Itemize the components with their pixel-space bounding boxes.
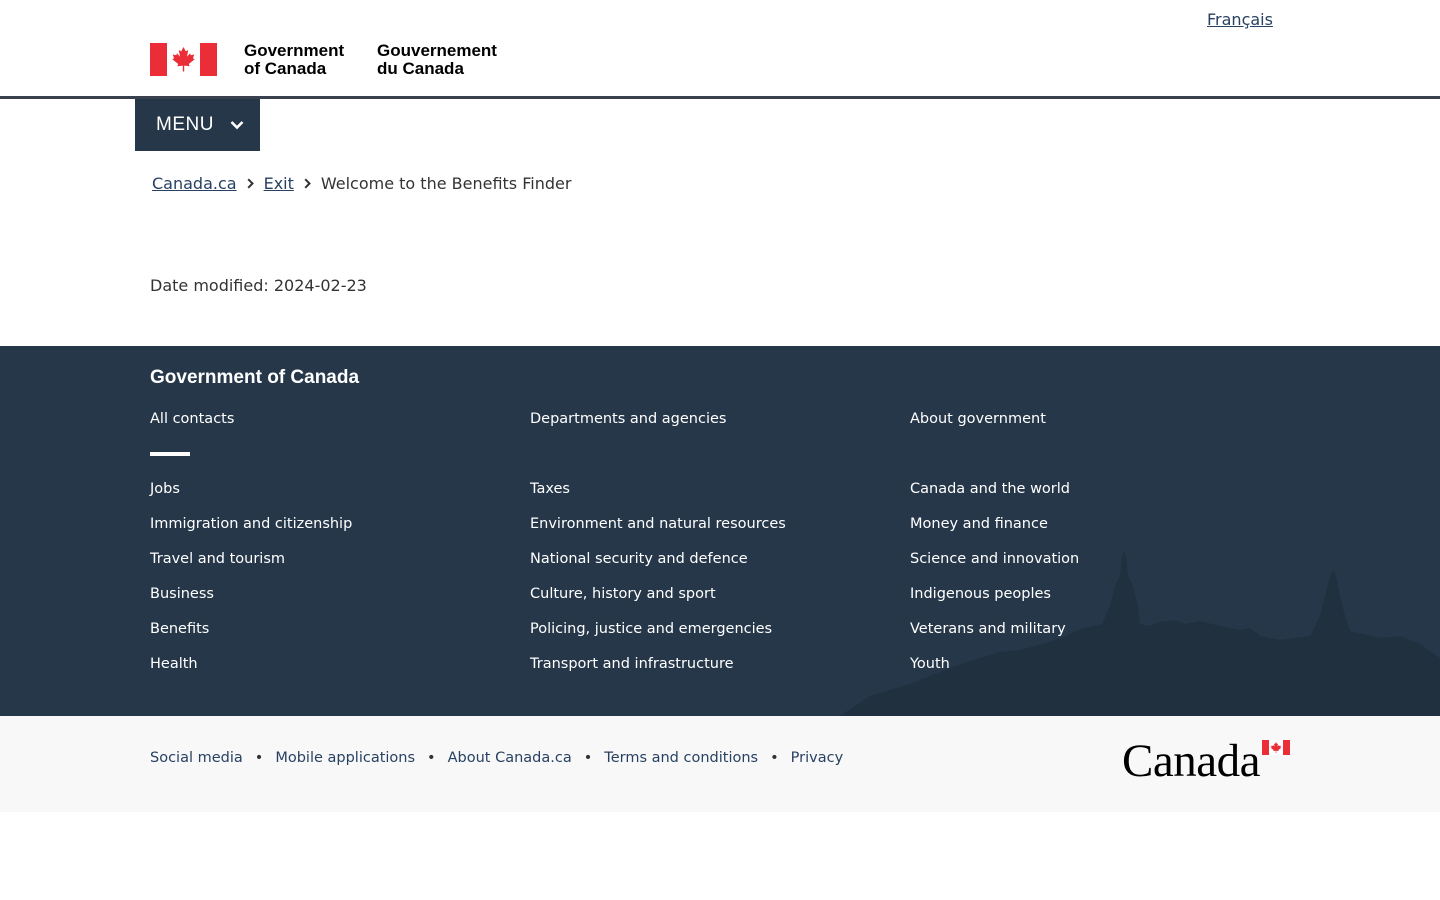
footer-link-money[interactable]: Money and finance <box>910 516 1048 532</box>
footer-link-taxes[interactable]: Taxes <box>530 481 570 497</box>
breadcrumb: Canada.ca Exit Welcome to the Benefits F… <box>152 174 571 193</box>
canada-wordmark-flag-icon <box>1262 740 1290 759</box>
footer-heading: Government of Canada <box>150 367 360 388</box>
date-modified-label: Date modified: <box>150 276 269 295</box>
canada-wordmark-text: Canada <box>1122 735 1260 787</box>
footer-link-jobs[interactable]: Jobs <box>150 481 180 497</box>
bullet-separator: • <box>770 750 779 766</box>
footer-link-youth[interactable]: Youth <box>910 656 950 672</box>
footer-sub-link-terms[interactable]: Terms and conditions <box>604 750 758 766</box>
footer-sub-link-privacy[interactable]: Privacy <box>791 750 844 766</box>
footer-link-world[interactable]: Canada and the world <box>910 481 1070 497</box>
signature-fr-line2: du Canada <box>377 59 464 78</box>
language-toggle-link[interactable]: Français <box>1207 10 1273 29</box>
footer-sub-link-social[interactable]: Social media <box>150 750 243 766</box>
footer-link-travel[interactable]: Travel and tourism <box>150 551 285 567</box>
bullet-separator: • <box>427 750 436 766</box>
bullet-separator: • <box>254 750 264 766</box>
signature-fr-line1: Gouvernement <box>377 41 497 60</box>
footer-link-departments[interactable]: Departments and agencies <box>530 411 726 427</box>
footer-sub-link-mobile[interactable]: Mobile applications <box>275 750 415 766</box>
breadcrumb-item-current: Welcome to the Benefits Finder <box>320 174 572 193</box>
canada-wordmark: Canada <box>1122 735 1290 787</box>
chevron-right-icon <box>247 174 254 193</box>
chevron-right-icon <box>304 174 311 193</box>
date-modified: Date modified: 2024-02-23 <box>150 276 367 295</box>
footer-sub: Social media • Mobile applications • Abo… <box>0 716 1440 812</box>
signature-english: Government of Canada <box>244 42 364 78</box>
footer-link-immigration[interactable]: Immigration and citizenship <box>150 516 352 532</box>
footer-link-indigenous[interactable]: Indigenous peoples <box>910 586 1051 602</box>
footer-link-science[interactable]: Science and innovation <box>910 551 1079 567</box>
breadcrumb-item-exit[interactable]: Exit <box>264 174 294 193</box>
signature-en-line1: Government <box>244 41 345 60</box>
date-modified-value: 2024-02-23 <box>273 276 367 295</box>
menu-label: MENU <box>156 114 214 135</box>
footer-link-about-government[interactable]: About government <box>910 411 1046 427</box>
menu-button[interactable]: MENU <box>135 99 260 151</box>
footer-sub-link-about[interactable]: About Canada.ca <box>448 750 572 766</box>
footer-link-culture[interactable]: Culture, history and sport <box>530 586 716 602</box>
footer-link-business[interactable]: Business <box>150 586 214 602</box>
footer-link-benefits[interactable]: Benefits <box>150 621 209 637</box>
bullet-separator: • <box>583 750 593 766</box>
footer-link-veterans[interactable]: Veterans and military <box>910 621 1066 637</box>
signature-en-line2: of Canada <box>244 59 327 78</box>
government-signature[interactable]: Government of Canada Gouvernement du Can… <box>150 42 497 78</box>
footer-link-all-contacts[interactable]: All contacts <box>150 411 234 427</box>
footer-link-security[interactable]: National security and defence <box>530 551 748 567</box>
chevron-down-icon <box>230 114 244 136</box>
breadcrumb-item-canada[interactable]: Canada.ca <box>152 174 237 193</box>
footer-link-environment[interactable]: Environment and natural resources <box>530 516 786 532</box>
footer-link-health[interactable]: Health <box>150 656 198 672</box>
footer-link-transport[interactable]: Transport and infrastructure <box>530 656 734 672</box>
footer-main: Government of Canada All contacts Depart… <box>0 346 1440 716</box>
footer-sub-links: Social media • Mobile applications • Abo… <box>150 750 843 766</box>
footer-link-policing[interactable]: Policing, justice and emergencies <box>530 621 772 637</box>
footer-divider-bar <box>150 452 190 456</box>
canada-flag-icon <box>150 42 217 76</box>
signature-french: Gouvernement du Canada <box>377 42 517 78</box>
